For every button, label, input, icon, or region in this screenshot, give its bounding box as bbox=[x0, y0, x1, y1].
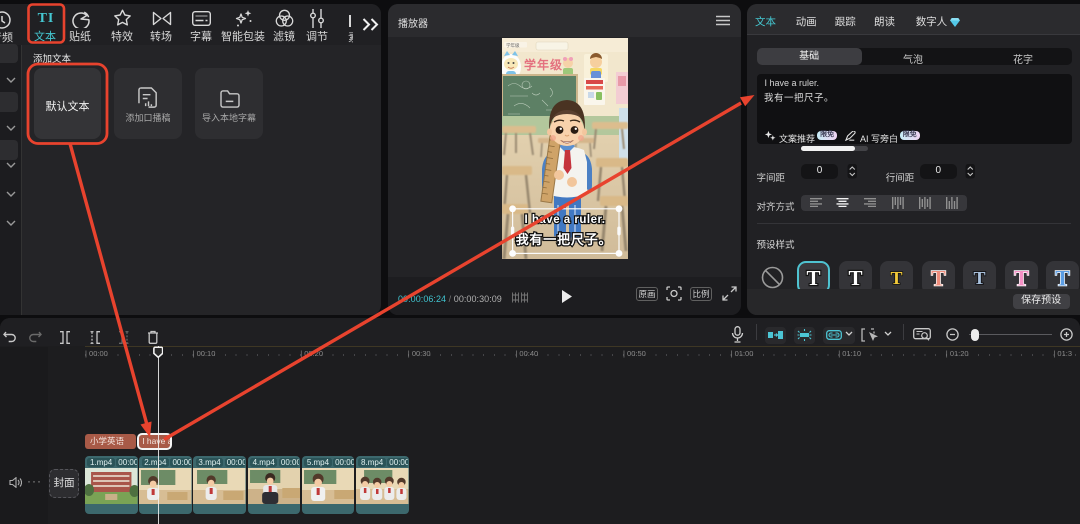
svg-text:T: T bbox=[807, 266, 821, 290]
svg-text:学年级: 学年级 bbox=[506, 42, 520, 49]
svg-text:T: T bbox=[931, 266, 946, 291]
svg-text:T: T bbox=[1056, 266, 1071, 291]
svg-text:T: T bbox=[1014, 266, 1029, 291]
svg-text:我有一把尺子。: 我有一把尺子。 bbox=[516, 232, 613, 247]
svg-text:T: T bbox=[848, 266, 862, 290]
svg-text:T: T bbox=[974, 268, 986, 288]
svg-text:I have a ruler.: I have a ruler. bbox=[524, 214, 605, 226]
svg-text:学年级: 学年级 bbox=[524, 57, 563, 72]
svg-text:T: T bbox=[891, 268, 903, 288]
